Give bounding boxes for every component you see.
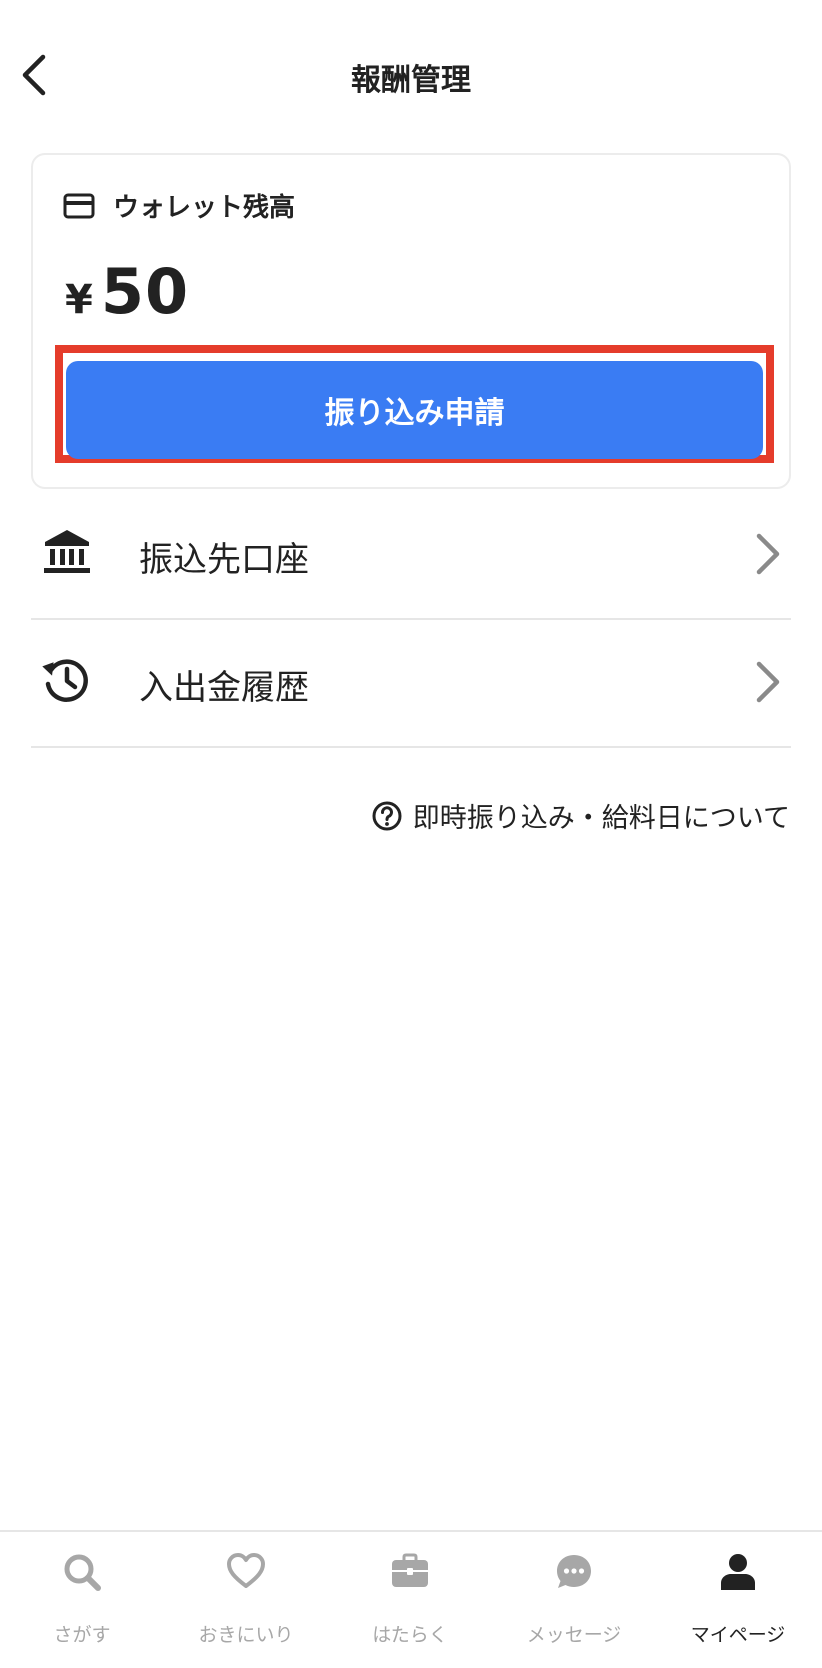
menu-item-transaction-history[interactable]: 入出金履歴 xyxy=(31,620,791,748)
page-title: 報酬管理 xyxy=(351,63,471,98)
bank-icon xyxy=(44,530,90,573)
header: 報酬管理 xyxy=(0,0,822,150)
briefcase-icon xyxy=(392,1553,428,1587)
chevron-right-icon xyxy=(756,661,780,703)
help-link[interactable]: 即時振り込み・給料日について xyxy=(371,796,790,835)
chevron-right-icon xyxy=(756,533,780,575)
person-icon xyxy=(721,1554,755,1590)
tab-label: おきにいり xyxy=(198,1624,294,1646)
tab-work[interactable]: はたらく xyxy=(328,1532,492,1668)
tab-favorites[interactable]: おきにいり xyxy=(164,1532,328,1668)
history-icon xyxy=(42,659,88,702)
chat-bubble-icon xyxy=(557,1555,591,1588)
wallet-label-row: ウォレット残高 xyxy=(63,187,295,224)
tab-label: さがす xyxy=(53,1624,111,1646)
tab-label: マイページ xyxy=(690,1624,786,1646)
menu-item-bank-account[interactable]: 振込先口座 xyxy=(31,492,791,620)
transfer-request-button[interactable]: 振り込み申請 xyxy=(66,361,763,459)
wallet-balance: ¥ 50 xyxy=(65,255,189,328)
credit-card-icon xyxy=(63,193,95,218)
help-circle-icon xyxy=(372,801,402,830)
heart-icon xyxy=(227,1553,265,1588)
balance-amount: 50 xyxy=(100,255,190,328)
menu-item-label: 入出金履歴 xyxy=(139,668,309,708)
tab-search[interactable]: さがす xyxy=(0,1532,164,1668)
tab-messages[interactable]: メッセージ xyxy=(492,1532,656,1668)
bottom-tab-bar: さがす おきにいり はたらく メッセージ マイページ xyxy=(0,1530,822,1668)
currency-symbol: ¥ xyxy=(65,277,93,323)
tab-label: メッセージ xyxy=(526,1624,622,1646)
menu-item-label: 振込先口座 xyxy=(139,540,309,580)
help-link-text: 即時振り込み・給料日について xyxy=(412,803,790,834)
wallet-card: ウォレット残高 ¥ 50 振り込み申請 xyxy=(31,153,791,489)
search-icon xyxy=(64,1554,101,1591)
wallet-balance-label: ウォレット残高 xyxy=(113,193,296,223)
tab-label: はたらく xyxy=(372,1624,448,1646)
tab-my-page[interactable]: マイページ xyxy=(656,1532,820,1668)
